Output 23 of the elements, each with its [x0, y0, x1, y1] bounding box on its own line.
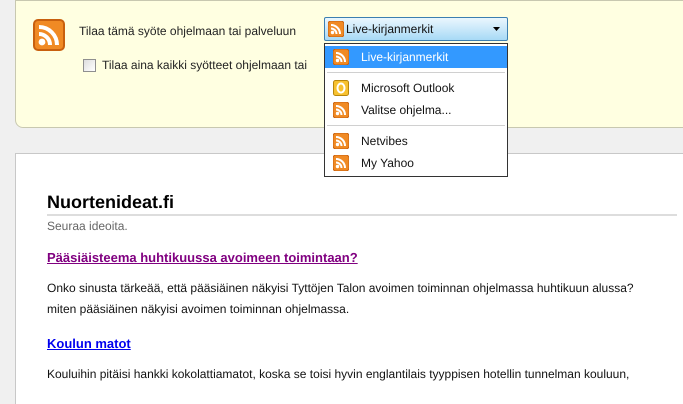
rss-icon [33, 19, 65, 51]
caret-icon [493, 27, 500, 31]
entry-text-line: Onko sinusta tärkeää, että pääsiäinen näkyisi Tyttöjen Talon avoimen toiminnan ohjelmassa huhtikuun alussa? [47, 280, 634, 297]
menu-item[interactable]: My Yahoo [325, 152, 507, 174]
rss-icon [333, 49, 349, 65]
checkbox[interactable] [83, 58, 96, 72]
entry-text-line: miten pääsiäinen näkyisi avoimen toiminnan ohjelmassa. [47, 301, 350, 318]
entry-title-link[interactable]: Pääsiäisteema huhtikuussa avoimeen toimintaan? [47, 250, 358, 266]
rss-icon [333, 133, 349, 149]
program-dropdown[interactable]: Live-kirjanmerkit [324, 17, 508, 41]
entry-text-line: Kouluihin pitäisi hankki kokolattiamatot, koska se toisi hyvin englantilais tyyppisen hotellin tunnelman kouluun, [47, 366, 630, 383]
menu-item[interactable]: Microsoft Outlook [325, 77, 507, 99]
checkbox-label: Tilaa aina kaikki syötteet ohjelmaan tai [102, 57, 307, 74]
menu-item[interactable]: Valitse ohjelma... [325, 99, 507, 121]
envelope-o-icon [333, 80, 349, 96]
rss-icon [333, 155, 349, 171]
feed-subtitle: Seuraa ideoita. [47, 218, 128, 234]
feed-title: Nuortenideat.fi [47, 191, 677, 216]
menu-item[interactable]: Netvibes [325, 130, 507, 152]
rss-icon [333, 102, 349, 118]
entry-title-link[interactable]: Koulun matot [47, 336, 131, 352]
rss-icon [328, 21, 344, 37]
subscribe-label: Tilaa tämä syöte ohjelmaan tai palveluun [79, 23, 296, 40]
